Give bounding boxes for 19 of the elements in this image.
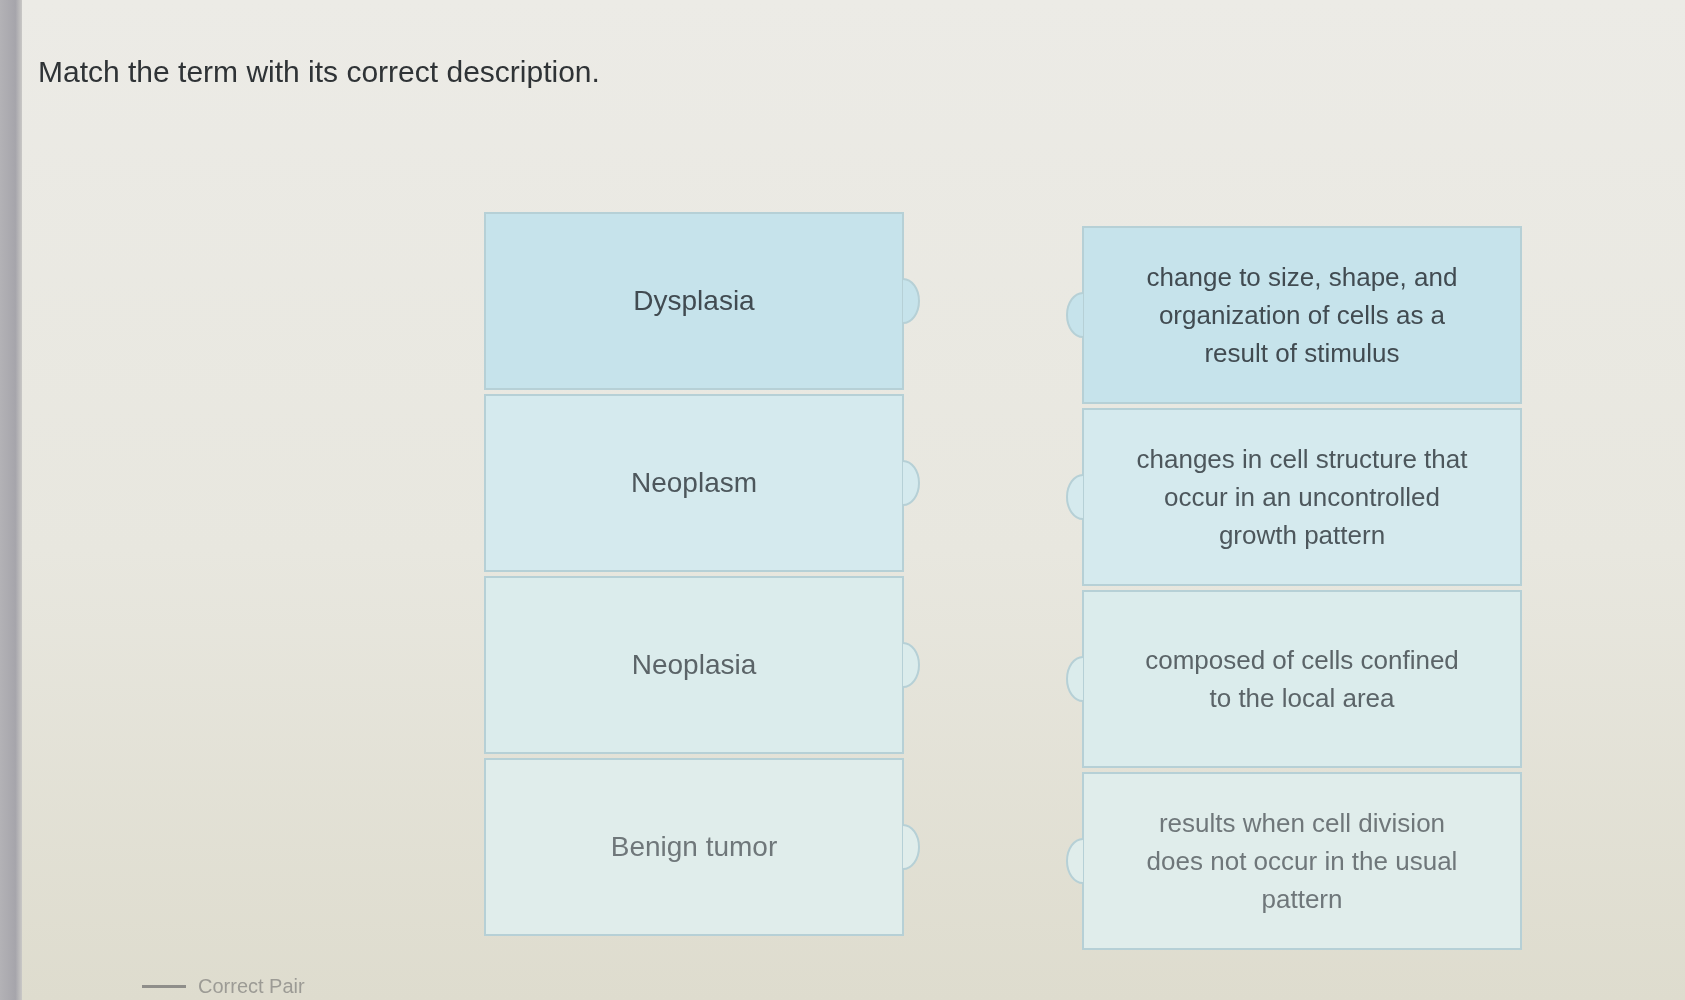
connector-tab-icon	[902, 824, 920, 870]
connector-tab-icon	[1066, 292, 1084, 338]
connector-tab-icon	[1066, 474, 1084, 520]
legend-label: Correct Pair	[198, 975, 305, 998]
term-card[interactable]: Dysplasia	[484, 212, 904, 390]
term-card[interactable]: Neoplasia	[484, 576, 904, 754]
term-card[interactable]: Benign tumor	[484, 758, 904, 936]
legend-line-icon	[142, 985, 186, 988]
description-card[interactable]: composed of cells confined to the local area	[1082, 590, 1522, 768]
description-card[interactable]: change to size, shape, and organization of cells as a result of stimulus	[1082, 226, 1522, 404]
description-card[interactable]: results when cell division does not occur in the usual pattern	[1082, 772, 1522, 950]
connector-tab-icon	[1066, 838, 1084, 884]
term-card[interactable]: Neoplasm	[484, 394, 904, 572]
question-prompt: Match the term with its correct description.	[38, 54, 601, 90]
connector-tab-icon	[902, 278, 920, 324]
connector-tab-icon	[902, 642, 920, 688]
connector-tab-icon	[1066, 656, 1084, 702]
connector-tab-icon	[902, 460, 920, 506]
description-card[interactable]: changes in cell structure that occur in an uncontrolled growth pattern	[1082, 408, 1522, 586]
